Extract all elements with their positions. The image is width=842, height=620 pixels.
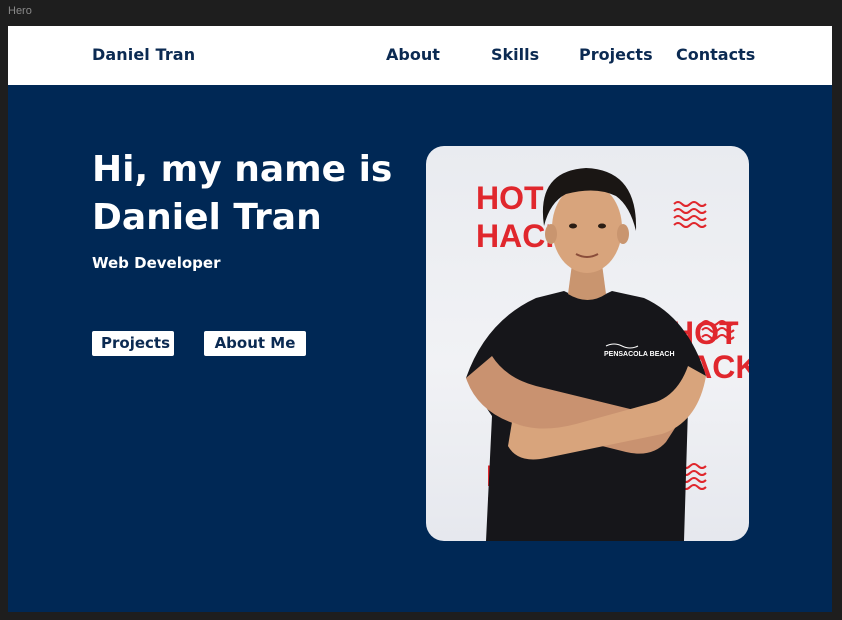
navbar: Daniel Tran About Skills Projects Contac… xyxy=(8,26,832,85)
backdrop-text-hot: HOT xyxy=(476,180,544,216)
hero-heading: Hi, my name is Daniel Tran xyxy=(92,146,392,242)
profile-photo-illustration: HOT HACK HOT HACK HOT HACK xyxy=(466,168,749,541)
profile-photo: HOT HACK HOT HACK HOT HACK xyxy=(426,146,749,541)
nav-link-skills[interactable]: Skills xyxy=(491,45,539,64)
nav-link-projects[interactable]: Projects xyxy=(579,45,653,64)
hero-heading-line1: Hi, my name is xyxy=(92,149,393,190)
nav-link-about[interactable]: About xyxy=(386,45,440,64)
nav-link-contacts[interactable]: Contacts xyxy=(676,45,755,64)
hero-frame: Daniel Tran About Skills Projects Contac… xyxy=(8,26,832,612)
hero-heading-line2: Daniel Tran xyxy=(92,197,322,238)
about-me-button[interactable]: About Me xyxy=(204,331,306,356)
frame-label: Hero xyxy=(8,5,32,17)
projects-button[interactable]: Projects xyxy=(92,331,174,356)
brand-name[interactable]: Daniel Tran xyxy=(92,45,195,64)
shirt-logo-text: PENSACOLA BEACH xyxy=(604,351,675,358)
hero-subtitle: Web Developer xyxy=(92,254,221,272)
